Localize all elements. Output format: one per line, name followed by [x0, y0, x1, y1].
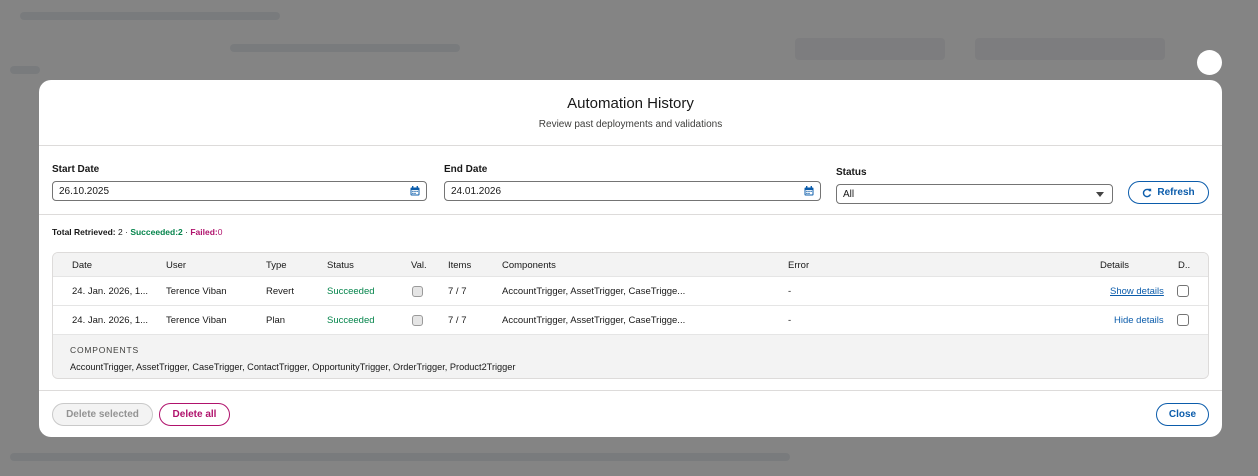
summary-separator: · [125, 227, 128, 237]
modal-header: Automation History Review past deploymen… [39, 80, 1222, 146]
column-header-components[interactable]: Components [502, 260, 556, 271]
cell-user: Terence Viban [166, 315, 227, 326]
cell-status: Succeeded [327, 315, 375, 326]
cell-type: Plan [266, 315, 286, 326]
table-row: 24. Jan. 2026, 1... Terence Viban Plan S… [53, 306, 1208, 335]
chevron-down-icon [1096, 192, 1104, 197]
cell-components: AccountTrigger, AssetTrigger, CaseTrigge… [502, 286, 686, 297]
end-date-value: 24.01.2026 [451, 186, 502, 197]
total-retrieved-value: 2 [117, 227, 123, 237]
refresh-icon [1143, 188, 1152, 197]
refresh-button[interactable]: Refresh [1128, 181, 1209, 204]
hide-details-link[interactable]: Hide details [1114, 315, 1164, 326]
column-header-validation[interactable]: Val. [411, 260, 427, 271]
table-row: 24. Jan. 2026, 1... Terence Viban Revert… [53, 277, 1208, 306]
total-retrieved-label: Total Retrieved: [52, 227, 116, 237]
failed-value: 0 [217, 227, 223, 237]
column-header-status[interactable]: Status [327, 260, 354, 271]
modal-title: Automation History [567, 95, 694, 112]
validation-checkbox [412, 315, 423, 326]
status-label: Status [836, 167, 867, 178]
column-header-details[interactable]: Details [1100, 260, 1129, 271]
history-table: Date User Type Status Val. Items Compone… [52, 252, 1209, 379]
cell-type: Revert [266, 286, 294, 297]
cell-items: 7 / 7 [448, 286, 467, 297]
column-header-error[interactable]: Error [788, 260, 809, 271]
cell-items: 7 / 7 [448, 315, 467, 326]
row-detail-panel: COMPONENTS AccountTrigger, AssetTrigger,… [53, 335, 1208, 378]
show-details-link[interactable]: Show details [1110, 286, 1164, 297]
automation-history-modal: Automation History Review past deploymen… [39, 80, 1222, 437]
cell-date: 24. Jan. 2026, 1... [72, 286, 149, 297]
calendar-icon[interactable] [410, 186, 420, 196]
detail-heading: COMPONENTS [70, 345, 139, 355]
close-button[interactable]: Close [1156, 403, 1209, 426]
cell-error: - [788, 286, 792, 297]
calendar-icon[interactable] [804, 186, 814, 196]
cell-date: 24. Jan. 2026, 1... [72, 315, 149, 326]
cell-status: Succeeded [327, 286, 375, 297]
end-date-label: End Date [444, 164, 488, 175]
row-select-checkbox[interactable] [1177, 285, 1189, 297]
status-select[interactable]: All [836, 184, 1113, 204]
table-header-row: Date User Type Status Val. Items Compone… [53, 253, 1208, 277]
modal-subtitle: Review past deployments and validations [538, 119, 723, 130]
end-date-input[interactable]: 24.01.2026 [444, 181, 821, 201]
detail-components-list: AccountTrigger, AssetTrigger, CaseTrigge… [70, 362, 516, 372]
cell-error: - [788, 315, 792, 326]
summary-separator: · [185, 227, 188, 237]
start-date-value: 26.10.2025 [59, 186, 110, 197]
column-header-user[interactable]: User [166, 260, 186, 271]
column-header-items[interactable]: Items [448, 260, 471, 271]
start-date-input[interactable]: 26.10.2025 [52, 181, 427, 201]
divider [39, 390, 1222, 391]
modal-dismiss-dot[interactable] [1197, 50, 1222, 75]
cell-user: Terence Viban [166, 286, 227, 297]
refresh-label: Refresh [1157, 187, 1195, 198]
retrieval-summary: Total Retrieved: 2 · Succeeded:2 · Faile… [52, 227, 223, 237]
succeeded-value: 2 [178, 227, 183, 237]
divider [39, 214, 1222, 215]
status-select-value: All [843, 189, 855, 200]
column-header-delete[interactable]: D.. [1178, 260, 1190, 271]
start-date-label: Start Date [52, 164, 100, 175]
succeeded-label: Succeeded: [130, 227, 179, 237]
column-header-date[interactable]: Date [72, 260, 92, 271]
row-select-checkbox[interactable] [1177, 314, 1189, 326]
cell-components: AccountTrigger, AssetTrigger, CaseTrigge… [502, 315, 686, 326]
column-header-type[interactable]: Type [266, 260, 287, 271]
validation-checkbox [412, 286, 423, 297]
failed-label: Failed: [190, 227, 218, 237]
delete-selected-button[interactable]: Delete selected [52, 403, 153, 426]
delete-all-button[interactable]: Delete all [159, 403, 230, 426]
